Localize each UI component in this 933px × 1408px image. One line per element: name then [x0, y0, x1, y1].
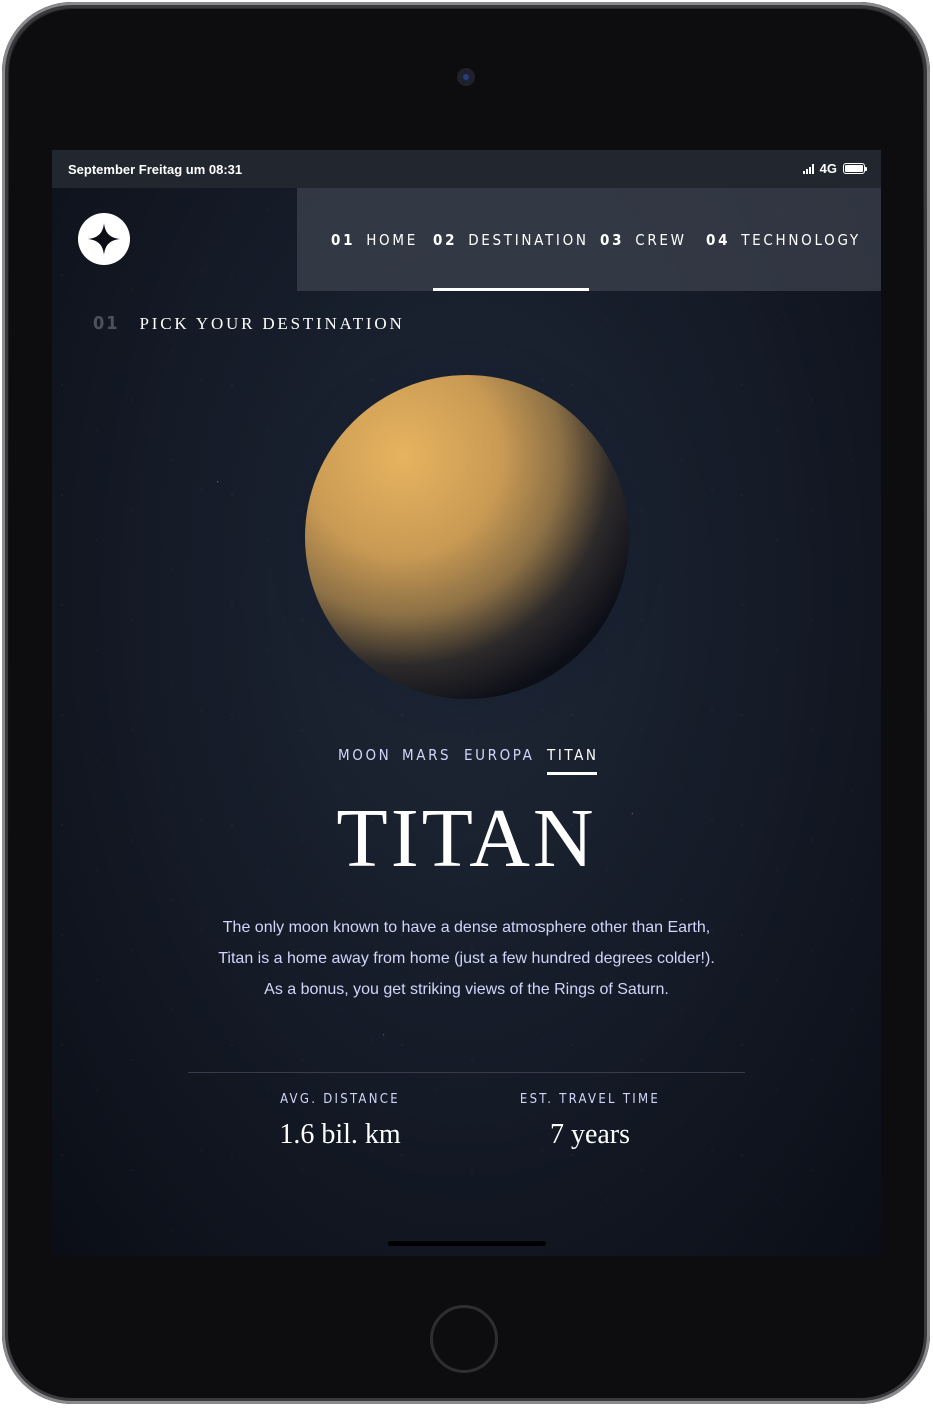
destination-tabs: MOON MARS EUROPA TITAN	[52, 746, 881, 776]
star-logo-icon	[88, 223, 120, 255]
destination-description: The only moon known to have a dense atmo…	[218, 919, 715, 998]
status-time: September Freitag um 08:31	[68, 162, 243, 177]
nav-label: HOME	[366, 230, 418, 249]
tab-europa[interactable]: EUROPA	[464, 746, 534, 764]
divider	[188, 1072, 745, 1073]
stat-distance: AVG. DISTANCE 1.6 bil. km	[260, 1092, 420, 1151]
nav-number: 02	[433, 230, 458, 249]
destination-title: TITAN	[336, 792, 597, 885]
nav-item-destination[interactable]: 02 DESTINATION	[433, 188, 589, 291]
nav-item-technology[interactable]: 04 TECHNOLOGY	[706, 188, 861, 291]
stat-label: AVG. DISTANCE	[280, 1092, 400, 1107]
nav-item-crew[interactable]: 03 CREW	[600, 188, 687, 291]
stat-value: 1.6 bil. km	[279, 1119, 401, 1150]
home-indicator[interactable]	[388, 1241, 546, 1246]
stat-travel-time: EST. TRAVEL TIME 7 years	[500, 1092, 680, 1151]
nav-item-home[interactable]: 01 HOME	[331, 188, 418, 291]
tab-moon[interactable]: MOON	[338, 746, 391, 764]
stat-value: 7 years	[549, 1119, 631, 1150]
network-label: 4G	[819, 161, 837, 176]
logo-icon[interactable]	[78, 213, 130, 265]
page-heading: 01 PICK YOUR DESTINATION	[93, 313, 405, 334]
status-bar: September Freitag um 08:31 4G	[52, 150, 881, 188]
nav-label: CREW	[635, 230, 687, 249]
stat-label: EST. TRAVEL TIME	[519, 1092, 661, 1107]
battery-icon	[843, 163, 867, 174]
screen: September Freitag um 08:31 4G 01 HOME 02…	[52, 150, 881, 1256]
front-camera	[459, 70, 473, 84]
status-indicators: 4G	[802, 161, 867, 176]
heading-text: PICK YOUR DESTINATION	[139, 313, 405, 333]
nav-label: TECHNOLOGY	[741, 230, 861, 249]
nav-number: 01	[331, 230, 356, 249]
tab-titan[interactable]: TITAN	[547, 746, 599, 775]
nav-number: 04	[706, 230, 731, 249]
planet-image	[305, 375, 629, 699]
home-button[interactable]	[430, 1305, 498, 1373]
cellular-signal-icon	[802, 163, 814, 174]
main-nav: 01 HOME 02 DESTINATION 03 CREW 04 TECHNO…	[297, 188, 881, 291]
nav-label: DESTINATION	[468, 230, 589, 249]
nav-number: 03	[600, 230, 625, 249]
heading-number: 01	[93, 313, 120, 334]
tab-mars[interactable]: MARS	[402, 746, 451, 764]
